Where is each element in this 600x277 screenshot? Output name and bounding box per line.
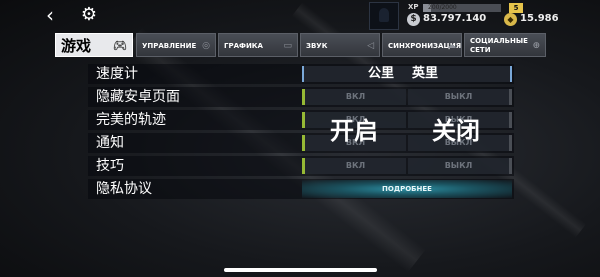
tab-social[interactable]: СОЦИАЛЬНЫЕ СЕТИ ⊕ xyxy=(464,33,546,57)
privacy-details-button[interactable]: ПОДРОБНЕЕ xyxy=(302,180,512,198)
avatar[interactable] xyxy=(369,2,399,30)
steering-icon: ◎ xyxy=(202,41,210,51)
tab-label: 游戏 xyxy=(61,37,92,55)
tab-label: ГРАФИКА xyxy=(224,42,263,50)
tab-label: УПРАВЛЕНИЕ xyxy=(142,42,197,50)
gold-amount: 15.986 xyxy=(520,13,559,24)
tab-label: ЗВУК xyxy=(306,42,328,50)
money-icon: $ xyxy=(407,13,420,26)
tab-label: СОЦИАЛЬНЫЕ СЕТИ xyxy=(470,37,528,54)
hide-android-on-button[interactable]: ВКЛ xyxy=(302,89,406,105)
tab-controls[interactable]: УПРАВЛЕНИЕ ◎ xyxy=(136,33,216,57)
display-icon: ▭ xyxy=(283,41,292,51)
notifications-label: 通知 xyxy=(96,135,124,151)
privacy-label: 隐私协议 xyxy=(96,181,152,197)
speed-unit-selector[interactable] xyxy=(302,66,512,82)
back-arrow-icon[interactable]: ‹ xyxy=(40,5,60,25)
overlay-on-text: 开启 xyxy=(330,117,378,145)
tips-label: 技巧 xyxy=(96,158,124,174)
tab-graphics[interactable]: ГРАФИКА ▭ xyxy=(218,33,298,57)
xp-progress-bar: 200/2000 xyxy=(423,4,501,12)
tab-sound[interactable]: ЗВУК ◁ xyxy=(300,33,380,57)
xp-progress-text: 200/2000 xyxy=(428,4,457,11)
overlay-off-text: 关闭 xyxy=(432,117,480,145)
home-indicator[interactable] xyxy=(224,268,377,272)
level-badge: 5 xyxy=(509,3,523,13)
tab-sync[interactable]: СИНХРОНИЗАЦИЯ ☁︎ xyxy=(382,33,462,57)
tips-off-button[interactable]: ВЫКЛ xyxy=(408,158,512,174)
unit-mile-option[interactable]: 英里 xyxy=(412,66,438,82)
cloud-icon: ☁︎ xyxy=(447,41,456,51)
xp-label: XP xyxy=(408,3,419,11)
money-amount: 83.797.140 xyxy=(423,13,487,24)
gear-icon[interactable]: ⚙ xyxy=(78,4,100,26)
tips-on-button[interactable]: ВКЛ xyxy=(302,158,406,174)
hide-android-label: 隐藏安卓页面 xyxy=(96,89,180,105)
speedometer-label: 速度计 xyxy=(96,66,138,82)
globe-icon: ⊕ xyxy=(532,41,540,51)
tab-game[interactable]: 游戏 🎮︎ xyxy=(55,33,133,57)
gamepad-icon: 🎮︎ xyxy=(113,39,127,52)
hide-android-off-button[interactable]: ВЫКЛ xyxy=(408,89,512,105)
perfect-track-label: 完美的轨迹 xyxy=(96,112,166,128)
unit-km-option[interactable]: 公里 xyxy=(368,66,394,82)
speaker-icon: ◁ xyxy=(367,41,374,51)
gold-icon: ◆ xyxy=(504,13,517,26)
